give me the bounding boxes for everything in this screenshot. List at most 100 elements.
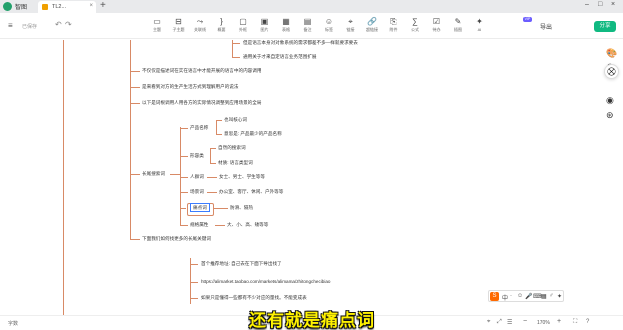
tool-icon: ∑	[412, 17, 418, 26]
mindmap-leaf[interactable]: 女士、男士、学生等等	[219, 174, 265, 180]
tool-icon: 🔗	[367, 17, 377, 26]
ime-toolbar[interactable]: S 中 · ☺ 🎤 ⌨ ▦ ♂ ✦	[488, 290, 564, 302]
outline-icon[interactable]: ⊛	[606, 110, 614, 121]
mindmap-note[interactable]: 首个推荐地址: 自己去在下面下导出找了	[201, 261, 282, 267]
mindmap-note-url[interactable]: https://alimarket.taobao.com/markets/ali…	[201, 279, 330, 285]
ime-skin-icon[interactable]: ♂	[549, 293, 554, 299]
mindmap-app: 智图 TL2... × + – □ × ≡ 已保存 ↶ ↷ ▭ 主题 ⊟ 子主题 ⤳ 关联…	[0, 0, 623, 330]
tool-7[interactable]: ▤ 备注	[298, 17, 318, 37]
tool-0[interactable]: ▭ 主题	[147, 17, 167, 37]
mindmap-leaf[interactable]: 防滑、隔热	[230, 205, 253, 211]
zoom-level[interactable]: 170%	[537, 320, 550, 326]
right-sidebar: 🎨 ⚙ ⛒ ◉ ⊛	[600, 40, 623, 290]
mindmap-branch-longtail[interactable]: 长尾搜索词	[142, 171, 165, 177]
mindmap-leaf[interactable]: 办公室、客厅、休闲、户外等等	[219, 189, 283, 195]
outline-view-icon[interactable]: ☰	[507, 319, 512, 326]
tool-label: 图片	[260, 27, 269, 32]
tab-label: TL2...	[52, 4, 67, 10]
tool-icon: ☑	[432, 17, 441, 26]
tool-icon: ☺	[324, 17, 334, 26]
ime-punct-icon[interactable]: ·	[510, 293, 512, 299]
main-toolbar: ≡ 已保存 ↶ ↷ ▭ 主题 ⊟ 子主题 ⤳ 关联线} 概要 ▢ 外框 ▣ 图片 ▦ 表格 ▤ 备注 ☺ 标签 ⌖…	[0, 13, 623, 39]
ime-voice-icon[interactable]: 🎤	[525, 293, 532, 300]
app-name: 智图	[15, 5, 28, 11]
mindmap-leaf[interactable]: 材质: 语言类型词	[218, 160, 253, 166]
mindmap-node-pain-point[interactable]: 痛点词	[187, 203, 214, 216]
tool-6[interactable]: ▦ 表格	[276, 17, 296, 37]
tool-label: 插图	[454, 27, 462, 32]
mindmap-leaf[interactable]: 自然的搜索词	[218, 145, 246, 151]
close-icon[interactable]: ×	[89, 3, 93, 9]
tool-label: 附件	[389, 27, 398, 32]
document-icon	[42, 4, 48, 10]
ime-more-icon[interactable]: ✦	[557, 293, 562, 300]
share-button[interactable]: 分享	[594, 21, 616, 32]
mindmap-node-tags[interactable]: 形容类	[190, 153, 204, 159]
tool-4[interactable]: ▢ 外框	[233, 17, 253, 37]
tool-14[interactable]: ✎ 插图	[448, 17, 468, 37]
export-button[interactable]: 导出	[540, 22, 552, 31]
mindmap-canvas[interactable]: 但是语言本身对对象系统的需求都差不多—样就要求要去 通用关于才来自定语言业务范围…	[0, 40, 600, 315]
minimize-icon[interactable]: –	[585, 1, 589, 8]
fit-icon[interactable]: ⤢	[497, 319, 502, 326]
new-tab-button[interactable]: +	[100, 0, 106, 11]
pain-point-label[interactable]: 痛点词	[190, 203, 210, 212]
tool-3[interactable]: } 概要	[212, 17, 232, 37]
help-icon[interactable]: ?	[586, 319, 589, 325]
tool-12[interactable]: ∑ 公式	[405, 17, 425, 37]
tool-13[interactable]: ☑ 待办	[427, 17, 447, 37]
tool-9[interactable]: ⌖ 链接	[341, 17, 361, 37]
tab-bar: 智图 TL2... × + – □ ×	[0, 0, 623, 13]
tool-10[interactable]: 🔗 超链接	[362, 17, 382, 37]
undo-icon[interactable]: ↶	[55, 20, 62, 29]
palette-icon[interactable]: 🎨	[606, 48, 617, 59]
mindmap-leaf[interactable]: 意思是: 产品最少的产品名称	[224, 131, 282, 137]
tool-label: AI	[477, 27, 482, 32]
ime-emoji-icon[interactable]: ☺	[517, 293, 523, 299]
mindmap-node-scene[interactable]: 场景词	[190, 189, 204, 195]
tool-11[interactable]: ⎘ 附件	[384, 17, 404, 37]
mindmap-leaf[interactable]: 大、小、高、矮等等	[227, 222, 268, 228]
mindmap-branch[interactable]: 不仅仅是描述词在实在语言中才能开展的语言中的内容调用	[142, 68, 261, 74]
mindmap-branch[interactable]: 是来看到对方的生产生活方式到理解用户的说法	[142, 84, 238, 90]
tool-label: 标签	[325, 27, 333, 32]
ai-assistant-icon[interactable]: ⛒	[604, 64, 619, 79]
close-window-icon[interactable]: ×	[611, 1, 615, 8]
tool-8[interactable]: ☺ 标签	[319, 17, 339, 37]
tool-label: 表格	[282, 27, 290, 32]
tool-label: 备注	[303, 27, 312, 32]
ime-toolbox-icon[interactable]: ▦	[541, 293, 547, 300]
tool-icon: ▣	[260, 17, 269, 26]
tool-icon: ⌖	[348, 17, 353, 26]
mindmap-node[interactable]: 通用关于才来自定语言业务范围扩展	[243, 54, 317, 60]
tool-icon: ⎘	[390, 17, 397, 26]
tab-document[interactable]: TL2... ×	[38, 1, 96, 13]
tool-icon: ▭	[153, 17, 161, 26]
zoom-in-button[interactable]: +	[557, 318, 561, 325]
zoom-out-button[interactable]: −	[523, 318, 527, 325]
tool-5[interactable]: ▣ 图片	[255, 17, 275, 37]
tool-2[interactable]: ⤳ 关联线	[190, 17, 210, 37]
tool-1[interactable]: ⊟ 子主题	[169, 17, 189, 37]
redo-icon[interactable]: ↷	[65, 20, 72, 29]
ime-chinese-icon[interactable]: 中	[502, 293, 508, 302]
tool-label: 超链接	[366, 27, 378, 32]
mindmap-leaf[interactable]: 也叫核心词	[224, 117, 247, 123]
fullscreen-icon[interactable]: ⛶	[573, 319, 577, 326]
location-icon[interactable]: ⌖	[487, 319, 490, 326]
mindmap-branch[interactable]: 下面我们如何找更多的长尾关键词	[142, 236, 211, 242]
mindmap-note[interactable]: 如果只是懂得一些都有不少对应的量找。不能变成表	[201, 295, 307, 301]
style-icon[interactable]: ◉	[606, 95, 614, 106]
tool-icon: ✦	[476, 17, 483, 26]
mindmap-node-people[interactable]: 人群词	[190, 174, 204, 180]
tool-icon: ▤	[303, 17, 312, 26]
menu-icon[interactable]: ≡	[8, 21, 13, 30]
tool-icon: ✎	[454, 17, 462, 26]
mindmap-node-size[interactable]: 规格属性	[190, 222, 208, 228]
mindmap-node[interactable]: 但是语言本身对对象系统的需求都差不多—样就要求要去	[243, 40, 358, 46]
mindmap-branch[interactable]: 以下是词根调用人用各方的实际情况调整到应用场景的全局	[142, 100, 261, 106]
maximize-icon[interactable]: □	[598, 1, 602, 8]
tool-15[interactable]: ✦ AI	[470, 17, 490, 37]
tool-label: 子主题	[172, 27, 185, 32]
mindmap-node-product-name[interactable]: 产品名称	[190, 125, 208, 131]
